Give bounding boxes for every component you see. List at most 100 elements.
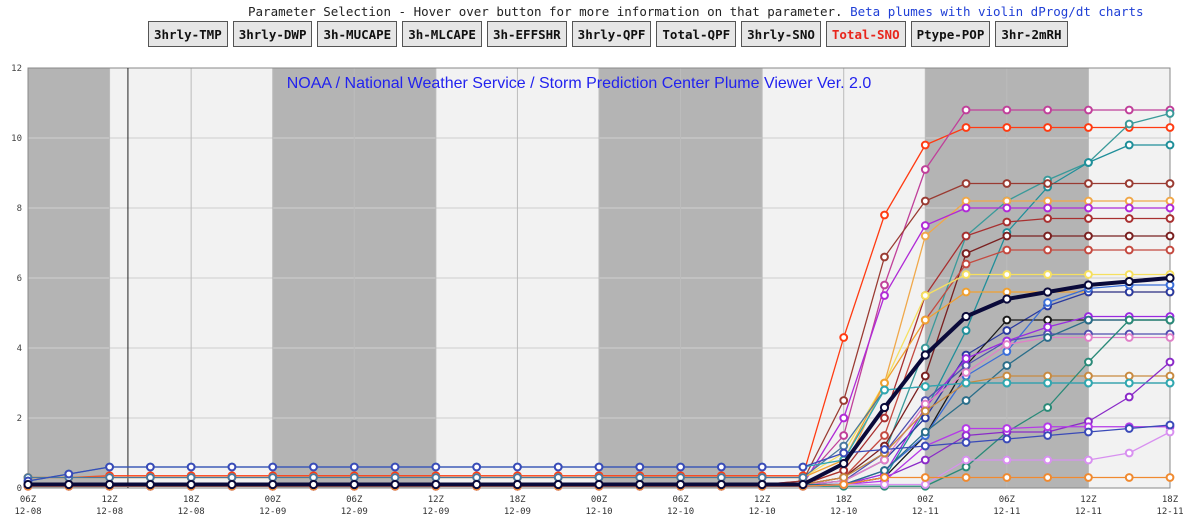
- data-point: [1084, 203, 1093, 213]
- y-tick-label: 12: [11, 64, 22, 74]
- data-point: [798, 473, 808, 482]
- data-point: [1002, 245, 1012, 255]
- data-point: [839, 333, 849, 342]
- param-button-3h-effshr[interactable]: 3h-EFFSHR: [486, 21, 567, 47]
- data-point: [1165, 315, 1175, 325]
- data-point: [961, 105, 971, 115]
- param-button-3hrly-sno[interactable]: 3hrly-SNO: [741, 21, 821, 47]
- param-button-3hrly-qpf[interactable]: 3hrly-QPF: [571, 21, 652, 47]
- data-point: [961, 259, 971, 269]
- data-point: [1165, 231, 1175, 241]
- data-point: [920, 399, 930, 409]
- data-point: [879, 402, 890, 413]
- x-tick-date: 12-11: [912, 507, 939, 517]
- data-point: [880, 291, 889, 300]
- x-tick-date: 12-09: [341, 507, 368, 517]
- data-point: [961, 361, 971, 370]
- data-point: [920, 221, 930, 230]
- data-point: [839, 431, 849, 440]
- data-point: [961, 354, 971, 363]
- param-button-ptype-pop[interactable]: Ptype-POP: [910, 21, 991, 47]
- data-point: [1084, 245, 1093, 255]
- param-button-3h-mlcape[interactable]: 3h-MLCAPE: [402, 21, 482, 47]
- data-point: [1124, 203, 1134, 213]
- data-point: [1165, 280, 1175, 290]
- data-point: [1002, 434, 1012, 444]
- data-point: [880, 455, 889, 465]
- param-button-3hrly-dwp[interactable]: 3hrly-DWP: [232, 21, 313, 47]
- x-tick-time: 06Z: [672, 495, 689, 505]
- data-point: [105, 462, 114, 472]
- plume-chart: 0 2 4 6 8 10 12 06Z 12-08 12Z 12-08 18Z 12-08 00Z 12-0…: [11, 64, 1183, 517]
- data-point: [961, 123, 971, 132]
- data-point: [1165, 214, 1175, 223]
- data-point: [880, 378, 889, 388]
- data-point: [349, 473, 359, 482]
- data-point: [961, 424, 971, 433]
- data-point: [757, 473, 767, 482]
- data-point: [1165, 357, 1175, 367]
- data-point: [1165, 109, 1175, 118]
- data-point: [880, 431, 889, 440]
- data-point: [1084, 179, 1093, 188]
- data-point: [268, 479, 278, 490]
- data-point: [1002, 105, 1012, 115]
- data-point: [512, 479, 523, 490]
- data-point: [1124, 196, 1134, 206]
- beta-plumes-link[interactable]: Beta plumes with violin dProg/dt charts: [850, 4, 1144, 19]
- data-point: [880, 413, 889, 423]
- data-point: [920, 165, 930, 174]
- x-tick-time: 00Z: [265, 495, 282, 505]
- data-point: [1084, 123, 1093, 132]
- x-tick-time: 00Z: [591, 495, 608, 505]
- data-point: [1124, 140, 1134, 150]
- data-point: [1043, 378, 1053, 388]
- data-point: [716, 473, 726, 482]
- data-point: [472, 462, 482, 472]
- data-point: [145, 479, 155, 490]
- data-point: [1002, 196, 1012, 206]
- data-point: [920, 350, 930, 360]
- data-point: [961, 179, 971, 188]
- data-point: [64, 479, 74, 490]
- x-tick-time: 06Z: [20, 495, 37, 505]
- param-button-3hrly-tmp[interactable]: 3hrly-TMP: [148, 21, 228, 47]
- data-point: [635, 473, 645, 482]
- data-point: [880, 385, 889, 395]
- param-button-3hr-2mrh[interactable]: 3hr-2mRH: [995, 21, 1068, 47]
- data-point: [1124, 424, 1134, 433]
- data-point: [1124, 214, 1134, 223]
- data-point: [349, 462, 359, 472]
- data-point: [553, 479, 563, 490]
- param-button-total-qpf[interactable]: Total-QPF: [656, 21, 737, 47]
- data-point: [1165, 420, 1175, 430]
- data-point: [1043, 105, 1053, 115]
- data-point: [390, 479, 400, 490]
- x-tick-time: 18Z: [183, 495, 200, 505]
- data-point: [961, 196, 971, 206]
- y-tick-label: 10: [11, 134, 22, 144]
- x-tick-date: 12-10: [830, 507, 857, 517]
- data-point: [1124, 105, 1134, 115]
- param-button-3h-mucape[interactable]: 3h-MUCAPE: [317, 21, 398, 47]
- data-point: [1002, 455, 1012, 465]
- data-point: [1002, 287, 1012, 297]
- data-point: [1084, 214, 1093, 223]
- data-point: [635, 462, 645, 472]
- data-point: [1084, 315, 1093, 325]
- data-point: [1124, 315, 1134, 325]
- data-point: [1124, 333, 1134, 342]
- x-tick-date: 12-11: [1075, 507, 1102, 517]
- data-point: [920, 382, 930, 391]
- data-point: [1043, 371, 1053, 381]
- y-tick-label: 6: [17, 274, 22, 284]
- data-point: [1043, 245, 1053, 255]
- x-tick-date: 12-09: [504, 507, 531, 517]
- data-point: [920, 196, 930, 206]
- data-point: [961, 462, 971, 472]
- data-point: [309, 462, 318, 472]
- data-point: [1043, 287, 1053, 297]
- data-point: [961, 231, 971, 241]
- data-point: [798, 462, 808, 472]
- param-button-total-sno[interactable]: Total-SNO: [825, 21, 906, 47]
